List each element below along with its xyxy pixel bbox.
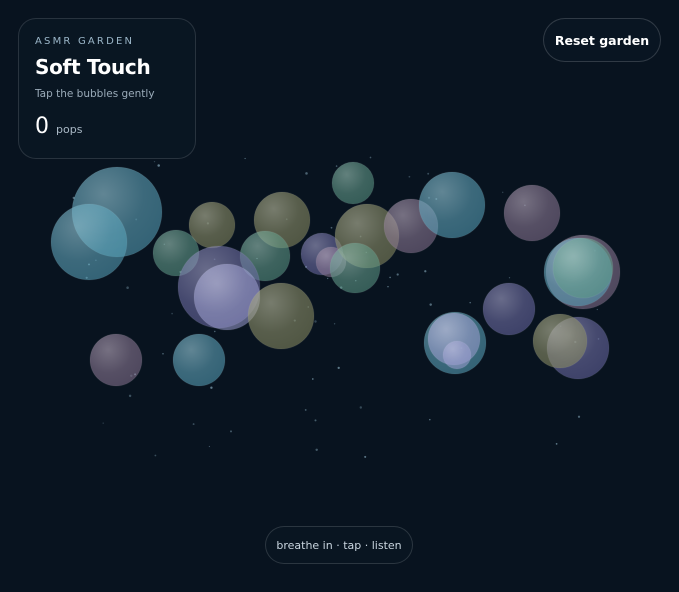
bubble-layer[interactable]: [50, 161, 621, 387]
sparkle-dot: [369, 156, 372, 159]
sparkle-dot: [596, 308, 598, 311]
app-eyebrow: ASMR GARDEN: [35, 36, 135, 47]
bubble[interactable]: [172, 333, 226, 387]
sparkle-dot: [305, 172, 308, 175]
sparkle-dot: [396, 273, 399, 276]
sparkle-dot: [314, 419, 317, 422]
sparkle-dot: [408, 175, 411, 178]
sparkle-dot: [157, 164, 160, 167]
bubble[interactable]: [247, 282, 315, 350]
sparkle-dot: [555, 443, 558, 445]
sparkle-dot: [192, 423, 195, 426]
sparkle-dot: [577, 415, 581, 418]
sparkle-dot: [128, 394, 132, 398]
sparkle-dot: [244, 157, 246, 160]
sparkle-dot: [171, 312, 173, 315]
pop-count-unit: pops: [56, 123, 83, 136]
sparkle-dot: [126, 286, 129, 289]
sparkle-dot: [337, 366, 340, 370]
sparkle-dot: [327, 277, 329, 280]
breathing-hint: breathe in · tap · listen: [265, 526, 413, 564]
sparkle-dot: [315, 448, 318, 452]
sparkle-dot: [154, 454, 157, 457]
bubble[interactable]: [552, 237, 614, 299]
bubble[interactable]: [89, 333, 143, 387]
score-row: 0 pops: [35, 114, 179, 139]
sparkle-dot: [469, 301, 471, 304]
reset-garden-button[interactable]: Reset garden: [543, 18, 661, 62]
sparkle-dot: [429, 418, 431, 421]
sparkle-dot: [208, 445, 210, 448]
bubble[interactable]: [331, 161, 375, 205]
sparkle-dot: [501, 191, 504, 194]
bubble[interactable]: [418, 171, 486, 239]
sparkle-dot: [229, 430, 233, 433]
sparkle-dot: [389, 276, 391, 279]
sparkle-dot: [364, 455, 367, 458]
sparkle-dot: [429, 303, 432, 306]
sparkle-dot: [304, 408, 307, 411]
sparkle-dot: [335, 165, 338, 167]
sparkle-dot: [311, 378, 314, 380]
bubble[interactable]: [482, 282, 536, 336]
sparkle-dot: [333, 323, 336, 325]
sparkle-dot: [330, 226, 333, 229]
sparkle-dot: [153, 160, 156, 163]
sparkle-dot: [102, 422, 104, 424]
sparkle-dot: [427, 172, 430, 175]
bubble[interactable]: [50, 203, 128, 281]
sparkle-dot: [359, 406, 362, 409]
sparkle-dot: [508, 277, 511, 279]
sparkle-dot: [214, 330, 216, 333]
sparkle-dot: [424, 270, 427, 273]
page-title: Soft Touch: [35, 55, 151, 79]
sparkle-dot: [387, 286, 389, 288]
bubble[interactable]: [329, 242, 381, 294]
pop-count: 0: [35, 114, 49, 139]
info-card: ASMR GARDEN Soft Touch Tap the bubbles g…: [18, 18, 196, 159]
sparkle-dot: [162, 353, 164, 355]
bubble[interactable]: [503, 184, 561, 242]
sparkle-dot: [210, 386, 213, 389]
instruction-text: Tap the bubbles gently: [35, 88, 155, 100]
bubble[interactable]: [442, 340, 472, 370]
sparkle-dot: [314, 320, 317, 323]
bubble[interactable]: [532, 313, 588, 369]
